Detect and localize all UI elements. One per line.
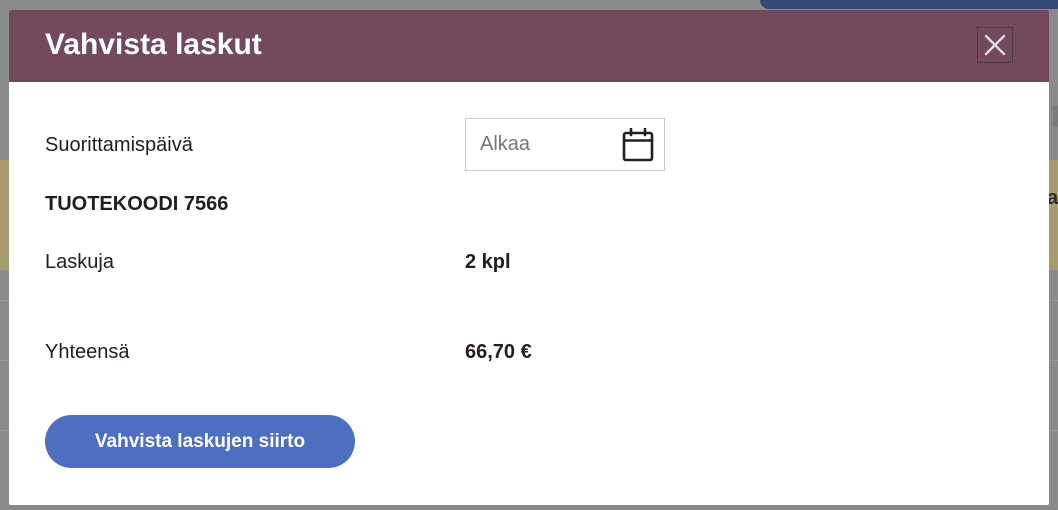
page: { "colors": { "header": "#734a5c", "prim… [0,0,1058,510]
product-code: TUOTEKOODI 7566 [45,193,229,215]
dialog-header: Vahvista laskut [9,10,1049,82]
invoice-count-label: Laskuja [45,251,114,273]
invoice-count-value: 2 kpl [465,251,511,273]
background-top-banner [760,0,1058,9]
close-icon [984,34,1006,56]
total-value: 66,70 € [465,341,532,363]
calendar-icon[interactable] [622,128,654,162]
background-element [1053,106,1058,127]
payment-date-label: Suorittamispäivä [45,134,193,156]
payment-date-input[interactable] [466,119,616,170]
payment-date-field[interactable] [465,118,665,171]
total-label: Yhteensä [45,341,130,363]
confirm-transfer-button[interactable]: Vahvista laskujen siirto [45,415,355,468]
dialog-title: Vahvista laskut [45,28,262,61]
confirm-invoices-dialog: Vahvista laskut Suorittamispäivä TUOTEKO… [9,10,1049,505]
close-button[interactable] [977,27,1013,63]
